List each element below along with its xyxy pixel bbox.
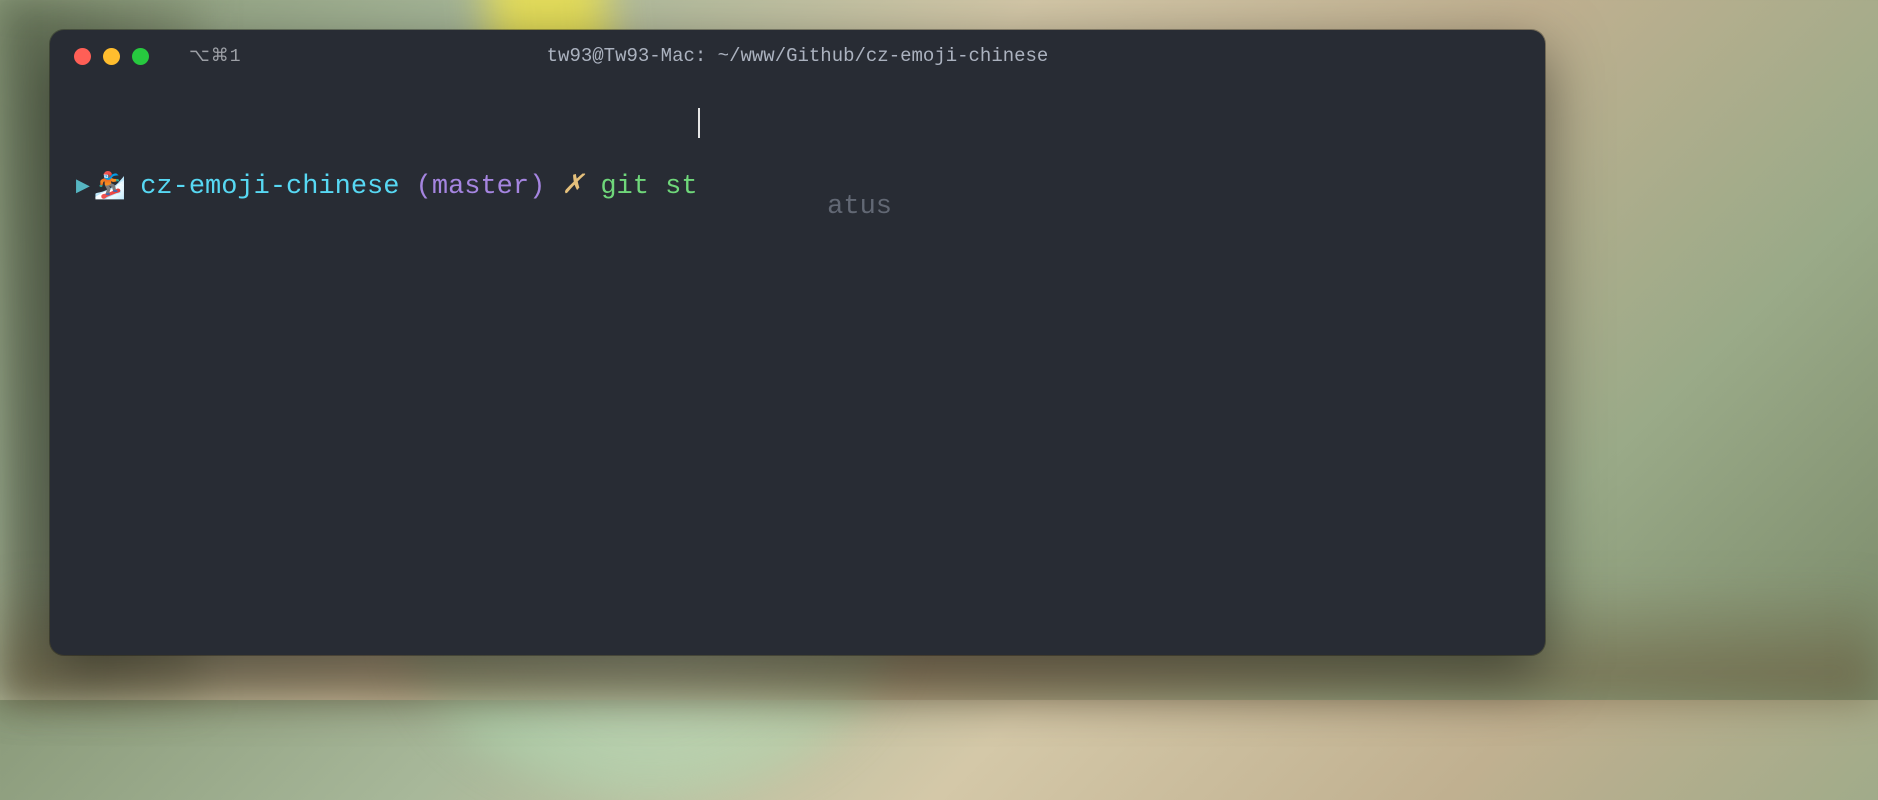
prompt-directory: cz-emoji-chinese [140,167,399,208]
command-autosuggestion[interactable]: atus [698,106,892,268]
minimize-button[interactable] [103,48,120,65]
text-cursor [698,108,700,138]
prompt-dirty-status-icon: ✗ [562,167,585,208]
prompt-separator [584,167,600,208]
terminal-window: ⌥⌘1 tw93@Tw93-Mac: ~/www/Github/cz-emoji… [50,30,1545,655]
close-button[interactable] [74,48,91,65]
tab-shortcut-indicator: ⌥⌘1 [189,45,242,67]
terminal-body[interactable]: ▶ 🏂 cz-emoji-chinese ( master ) ✗ git st… [50,82,1545,292]
command-suggestion-text: atus [827,192,892,222]
maximize-button[interactable] [132,48,149,65]
prompt-emoji-icon: 🏂 [94,168,126,207]
prompt-branch-name: master [432,167,529,208]
prompt-branch-close: ) [529,167,561,208]
traffic-lights [74,48,149,65]
prompt-arrow-icon: ▶ [76,174,90,201]
prompt-line: ▶ 🏂 cz-emoji-chinese ( master ) ✗ git st… [76,106,1519,268]
title-bar[interactable]: ⌥⌘1 tw93@Tw93-Mac: ~/www/Github/cz-emoji… [50,30,1545,82]
command-typed[interactable]: git st [600,167,697,208]
window-title: tw93@Tw93-Mac: ~/www/Github/cz-emoji-chi… [547,45,1049,67]
prompt-branch-open: ( [399,167,431,208]
